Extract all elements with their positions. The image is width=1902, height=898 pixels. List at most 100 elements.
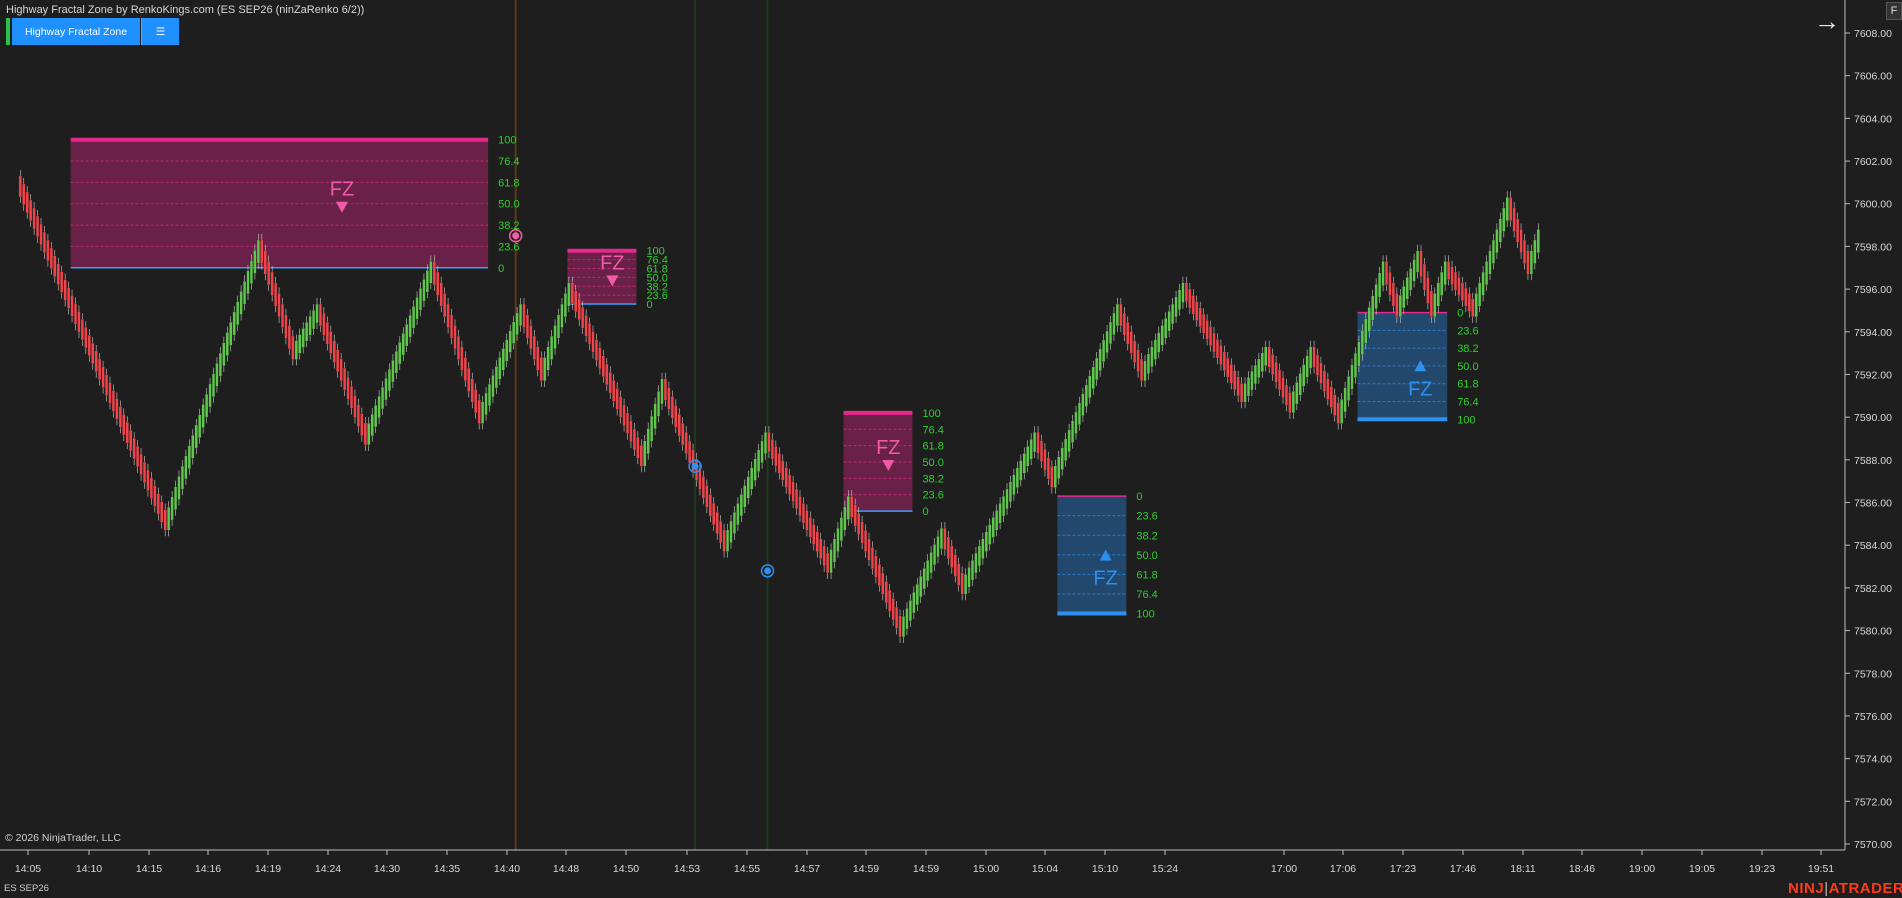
up-brick [377,396,381,419]
down-brick [325,322,329,345]
up-brick [1440,271,1444,296]
down-brick [701,476,705,499]
up-brick [905,608,909,630]
up-brick [184,455,188,480]
down-brick [105,374,109,396]
down-brick [260,239,264,264]
down-brick [46,239,50,261]
down-brick [622,404,626,426]
down-brick [639,445,643,467]
up-brick [194,424,198,449]
down-brick [98,358,102,380]
y-tick-label: 7574.00 [1854,754,1892,766]
up-brick [729,520,733,543]
down-brick [791,481,795,502]
up-brick [298,334,302,354]
up-brick [187,445,191,469]
zone-level-label: 23.6 [1136,511,1157,523]
up-brick [519,303,523,326]
down-brick [525,314,529,339]
up-brick [967,567,971,588]
down-brick [108,382,112,404]
down-brick [156,493,160,515]
up-brick [998,503,1002,524]
down-brick [80,319,84,341]
menu-icon[interactable]: ☰ [141,18,179,45]
up-brick [177,476,181,500]
y-tick-label: 7596.00 [1854,284,1892,296]
y-tick-label: 7572.00 [1854,796,1892,808]
down-brick [1384,261,1389,285]
down-brick [1226,357,1230,378]
down-brick [56,263,60,285]
down-brick [584,315,588,337]
up-brick [901,616,906,638]
up-brick [1378,272,1382,298]
down-brick [681,423,685,446]
up-brick [1098,348,1102,371]
up-brick [763,431,768,454]
down-brick [77,311,81,333]
down-brick [460,346,464,371]
up-brick [198,414,202,438]
up-brick [936,535,940,558]
down-brick [619,396,623,418]
up-brick [1343,387,1347,413]
f-button[interactable]: F [1886,2,1902,20]
renko-chart[interactable]: 100 76.4 61.8 50.0 38.2 23.6 0 FZ 100 76.4 61.8 50.… [0,0,1902,898]
zone-level-label: 0 [646,299,652,311]
down-brick [688,440,692,463]
down-brick [960,572,964,595]
down-brick [1512,207,1516,232]
up-brick [239,291,243,315]
up-brick [964,574,968,595]
down-brick [1322,370,1326,392]
down-brick [898,615,902,638]
up-brick [232,311,236,336]
up-brick [1033,431,1037,453]
up-brick [922,568,926,590]
up-brick [1488,250,1492,275]
zone-label: FZ [876,437,900,459]
down-brick [349,386,354,409]
down-brick [819,538,823,559]
down-brick [888,589,892,612]
zone-level-label: 0 [922,506,928,518]
up-brick [1102,339,1106,362]
x-tick-label: 14:35 [434,863,460,875]
zone-level-label: 61.8 [922,441,943,453]
zone-level-label: 50.0 [498,199,519,211]
up-brick [1115,303,1119,326]
up-brick [1053,465,1057,488]
copyright: © 2026 NinjaTrader, LLC [5,832,121,844]
down-brick [111,390,116,412]
up-brick [753,458,757,481]
y-tick-label: 7576.00 [1854,711,1892,723]
up-brick [929,551,933,574]
down-brick [1333,394,1337,416]
up-brick [560,303,564,328]
up-brick [846,495,850,520]
up-brick [1022,453,1026,474]
x-tick-label: 15:10 [1092,863,1118,875]
zone-level-label: 50.0 [1136,550,1157,562]
up-brick [933,543,937,566]
up-brick [1181,282,1185,303]
indicator-button[interactable]: Highway Fractal Zone [12,18,140,45]
down-brick [1336,402,1340,424]
down-brick [1229,364,1233,384]
up-brick [501,348,505,371]
zone-level-label: 23.6 [1457,325,1478,337]
down-brick [122,414,126,436]
up-brick [739,494,743,517]
down-brick [795,488,799,510]
up-brick [1443,261,1447,285]
down-brick [608,371,612,394]
up-brick [726,529,730,552]
down-brick [581,306,585,329]
up-brick [1164,318,1168,339]
down-brick [36,215,40,237]
down-brick [1188,288,1192,309]
arrow-right-icon[interactable]: → [1814,6,1840,36]
down-brick [1039,440,1044,463]
